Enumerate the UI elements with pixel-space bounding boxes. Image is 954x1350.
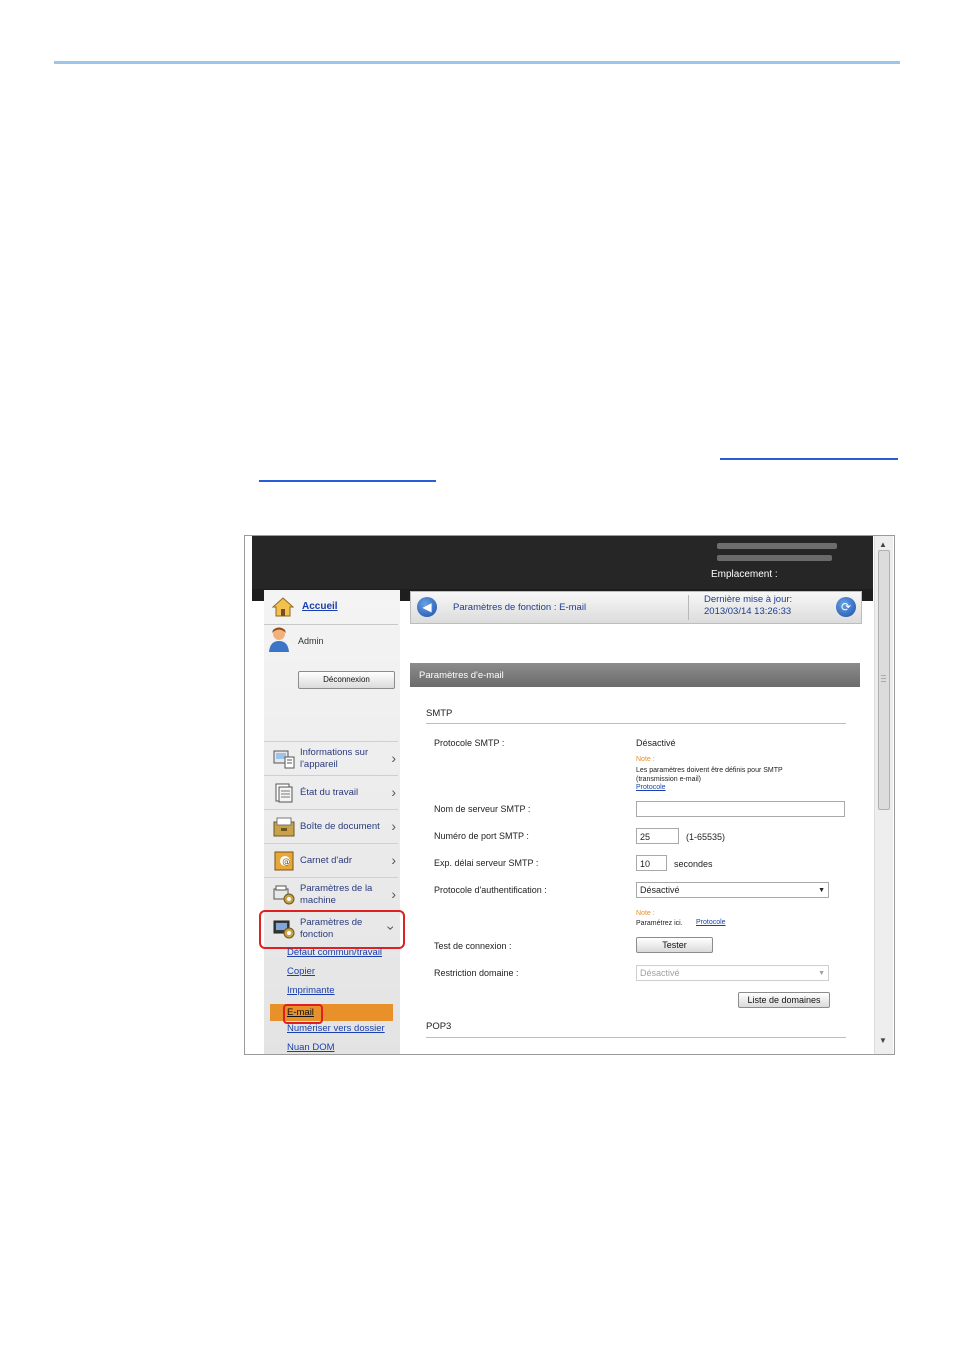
document-box-icon [273, 817, 295, 837]
smtp-port-input[interactable]: 25 [636, 828, 679, 844]
nav-document-box[interactable]: Boîte de document › [264, 809, 398, 843]
nav-label: Boîte de document [300, 821, 380, 832]
smtp-timeout-input[interactable]: 10 [636, 855, 667, 871]
nav-label: Informations sur l'appareil [300, 747, 369, 770]
scroll-up-icon[interactable]: ▲ [879, 540, 887, 549]
server-name-label: Nom de serveur SMTP : [434, 804, 531, 814]
vertical-scrollbar[interactable]: ▲ ─ ─ ─ ▼ [874, 536, 893, 1054]
email-highlight [283, 1004, 323, 1024]
email-settings-panel: Paramètres d'e-mail SMTP Protocole SMTP … [410, 663, 860, 1054]
chevron-right-icon: › [391, 784, 396, 800]
smtp-section-rule [426, 723, 846, 724]
smtp-server-name-input[interactable] [636, 801, 845, 817]
auth-protocol-link[interactable]: Protocole [696, 919, 726, 926]
dropdown-arrow-icon: ▼ [818, 970, 825, 977]
grip-icon: ─ ─ ─ [881, 673, 886, 686]
page-header: ◀ Paramètres de fonction : E-mail Derniè… [410, 591, 862, 624]
timeout-unit: secondes [674, 859, 713, 869]
address-book-icon: @ [274, 851, 294, 871]
nav-machine-settings[interactable]: Paramètres de la machine › [264, 877, 398, 911]
device-host-redacted [717, 555, 832, 561]
port-label: Numéro de port SMTP : [434, 831, 529, 841]
panel-title: Paramètres d'e-mail [419, 670, 504, 681]
location-label: Emplacement : [711, 569, 778, 580]
user-row: Admin [264, 626, 398, 656]
nav-address-book[interactable]: @ Carnet d'adr › [264, 843, 398, 877]
sub-link-dom[interactable]: Nuan DOM [287, 1042, 335, 1053]
user-name: Admin [298, 636, 324, 646]
svg-text:@: @ [282, 857, 290, 866]
smtp-section-title: SMTP [426, 708, 453, 719]
sub-link-default-job[interactable]: Défaut commun/travail [287, 947, 382, 958]
back-arrow-icon[interactable]: ◀ [417, 597, 437, 617]
timeout-label: Exp. délai serveur SMTP : [434, 858, 539, 868]
home-row[interactable]: Accueil [264, 590, 398, 625]
smtp-note-line2: (transmission e-mail) [636, 776, 701, 783]
home-icon [272, 597, 294, 617]
smtp-protocol-label: Protocole SMTP : [434, 738, 505, 748]
smtp-protocol-value: Désactivé [636, 738, 676, 748]
auth-note-text: Paramétrez ici. [636, 920, 683, 927]
nav-job-status[interactable]: État du travail › [264, 775, 398, 809]
auth-protocol-select[interactable]: Désactivé ▼ [636, 882, 829, 898]
auth-protocol-label: Protocole d'authentification : [434, 885, 547, 895]
sidebar: Accueil Admin Déconnexion Informations s… [259, 590, 405, 1054]
document-link-underline-continued[interactable] [259, 480, 436, 482]
smtp-note-label: Note : [636, 756, 655, 763]
device-name-redacted [717, 543, 837, 549]
embedded-web-server-screenshot: Emplacement : Accueil Admin Déconnexion [244, 535, 895, 1055]
auth-note-label: Note : [636, 910, 655, 917]
chevron-right-icon: › [391, 886, 396, 902]
domain-restriction-label: Restriction domaine : [434, 968, 519, 978]
pop3-section-title: POP3 [426, 1021, 452, 1032]
function-settings-highlight [259, 910, 405, 949]
user-avatar-icon [269, 627, 289, 652]
home-link[interactable]: Accueil [302, 601, 338, 612]
last-update: Dernière mise à jour: 2013/03/14 13:26:3… [704, 594, 793, 617]
port-range: (1-65535) [686, 832, 726, 842]
dropdown-arrow-icon: ▼ [818, 887, 825, 894]
chevron-right-icon: › [391, 852, 396, 868]
test-connection-button[interactable]: Tester [636, 937, 713, 953]
breadcrumb: Paramètres de fonction : E-mail [453, 602, 587, 613]
scrollbar-thumb[interactable]: ─ ─ ─ [878, 550, 890, 810]
smtp-protocol-link[interactable]: Protocole [636, 784, 666, 791]
panel-title-bar: Paramètres d'e-mail [410, 663, 860, 687]
sub-link-copy[interactable]: Copier [287, 966, 315, 977]
scroll-down-icon[interactable]: ▼ [879, 1036, 887, 1045]
device-status-bar: Emplacement : [252, 536, 873, 589]
refresh-icon[interactable]: ⟳ [836, 597, 856, 617]
logout-button[interactable]: Déconnexion [298, 671, 395, 689]
page-top-rule [54, 61, 900, 64]
device-info-icon [273, 750, 295, 769]
connection-test-label: Test de connexion : [434, 941, 512, 951]
sub-link-scan-to-folder[interactable]: Numériser vers dossier [287, 1023, 385, 1034]
header-divider [688, 595, 689, 620]
nav-label: État du travail [300, 787, 359, 798]
document-link-underline[interactable] [720, 458, 898, 460]
domain-restriction-select[interactable]: Désactivé ▼ [636, 965, 829, 981]
pop3-section-rule [426, 1037, 846, 1038]
chevron-right-icon: › [391, 818, 396, 834]
job-status-icon [275, 783, 293, 803]
machine-settings-icon [273, 885, 295, 905]
domain-list-button[interactable]: Liste de domaines [738, 992, 830, 1008]
sub-link-printer[interactable]: Imprimante [287, 985, 335, 996]
nav-label: Paramètres de la machine [300, 883, 373, 906]
chevron-right-icon: › [391, 750, 396, 766]
nav-device-info[interactable]: Informations sur l'appareil › [264, 741, 398, 775]
nav-label: Carnet d'adr [300, 855, 352, 866]
smtp-note-line1: Les paramètres doivent être définis pour… [636, 767, 783, 774]
